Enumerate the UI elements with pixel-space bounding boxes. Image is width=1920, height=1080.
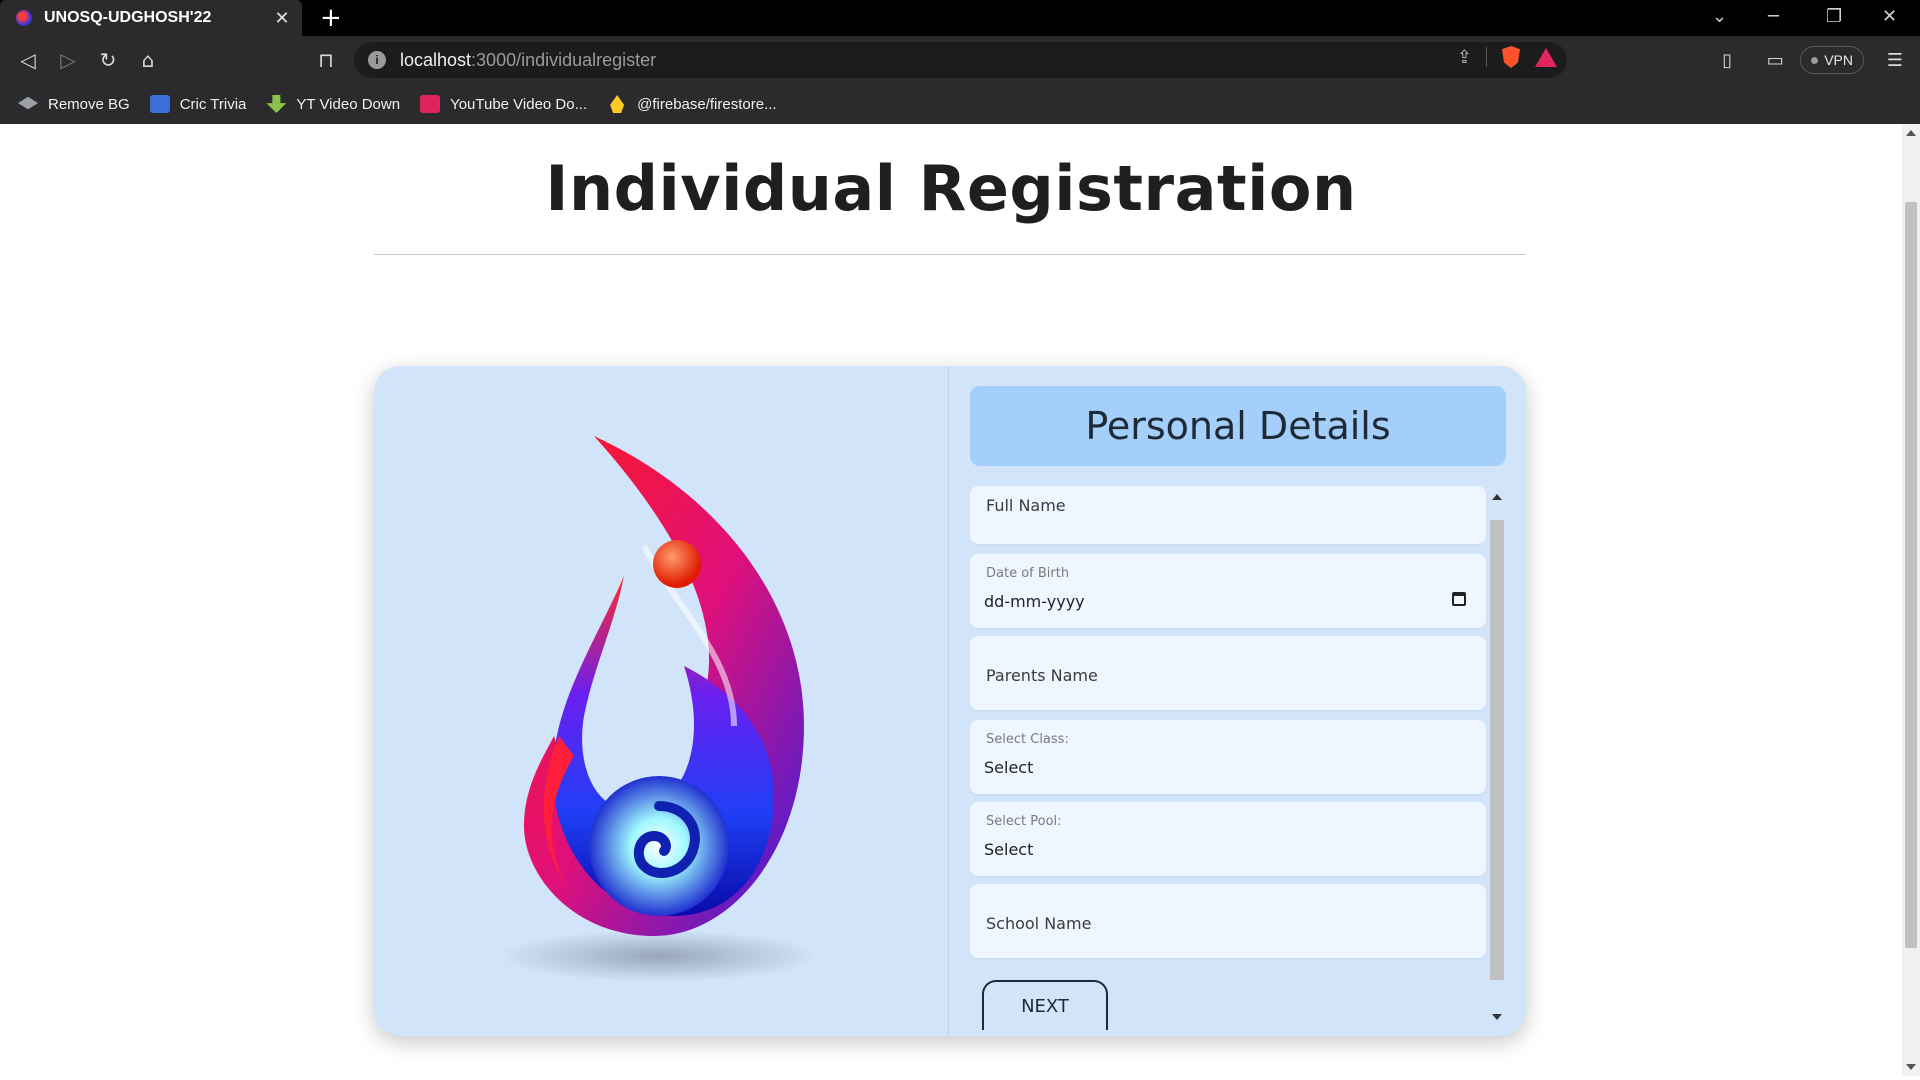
tab-bar: UNOSQ-UDGHOSH'22 ✕ + ⌄ ─ ❐ ✕ [0, 0, 1920, 36]
restore-icon[interactable]: ❐ [1826, 6, 1842, 27]
full-name-placeholder: Full Name [986, 496, 1066, 515]
vpn-button[interactable]: VPN [1800, 46, 1864, 74]
layers-icon [18, 96, 38, 110]
firebase-icon [610, 95, 625, 113]
bookmark-label: Cric Trivia [179, 95, 247, 113]
scroll-down-icon[interactable] [1492, 1014, 1502, 1020]
site-info-icon[interactable]: i [368, 51, 386, 69]
tab-title: UNOSQ-UDGHOSH'22 [44, 9, 212, 26]
page-scrollbar[interactable] [1902, 124, 1920, 1076]
page-scroll-up-icon[interactable] [1906, 130, 1916, 136]
home-icon[interactable]: ⌂ [134, 46, 162, 74]
next-button[interactable]: NEXT [982, 980, 1108, 1030]
cric-trivia-icon [149, 95, 170, 113]
bookmark-label: YT Video Down [296, 95, 401, 113]
section-header: Personal Details [970, 386, 1506, 466]
form-scrollbar[interactable] [1488, 486, 1504, 1030]
download-arrow-icon [266, 95, 287, 113]
card-divider [948, 366, 949, 1036]
bookmark-label: Remove BG [48, 95, 130, 113]
brave-rewards-icon[interactable] [1535, 47, 1557, 67]
date-of-birth-value: dd-mm-yyyy [984, 592, 1085, 611]
site-favicon-icon [16, 10, 32, 26]
vpn-status-icon [1811, 56, 1819, 64]
back-icon[interactable]: ◁ [14, 46, 42, 74]
title-divider [374, 254, 1526, 255]
new-tab-icon[interactable]: + [320, 4, 342, 32]
reload-icon[interactable]: ↻ [94, 46, 122, 74]
wallet-icon[interactable]: ▭ [1760, 50, 1790, 71]
select-pool-dropdown[interactable]: Select Pool: Select [970, 802, 1486, 876]
toolbar-right: ▯ ▭ VPN ☰ [1712, 36, 1920, 84]
address-bar[interactable]: i localhost:3000/individualregister ⇪ [354, 42, 1567, 78]
page-scroll-thumb[interactable] [1905, 202, 1917, 948]
bookmark-item[interactable]: YouTube Video Do... [420, 95, 587, 113]
school-name-placeholder: School Name [986, 914, 1092, 933]
registration-card: Personal Details Full Name Date of Birth… [374, 366, 1526, 1036]
select-class-dropdown[interactable]: Select Class: Select [970, 720, 1486, 794]
page-title: Individual Registration [545, 152, 1357, 225]
active-tab[interactable]: UNOSQ-UDGHOSH'22 ✕ [0, 0, 302, 36]
bookmark-item[interactable]: @firebase/firestore... [607, 95, 777, 113]
date-of-birth-label: Date of Birth [986, 566, 1070, 581]
parents-name-field[interactable]: Parents Name [970, 636, 1486, 710]
address-bar-actions: ⇪ [1457, 46, 1557, 68]
close-window-icon[interactable]: ✕ [1882, 6, 1897, 27]
minimize-icon[interactable]: ─ [1768, 6, 1779, 27]
form-scroll-area[interactable]: Full Name Date of Birth dd-mm-yyyy Paren… [970, 486, 1506, 1030]
bookmark-label: YouTube Video Do... [450, 95, 588, 113]
bookmark-item[interactable]: YT Video Down [266, 95, 400, 113]
select-class-value: Select [984, 758, 1034, 777]
brave-shields-icon[interactable] [1502, 46, 1520, 68]
vpn-label: VPN [1824, 52, 1853, 68]
tab-search-chevron-icon[interactable]: ⌄ [1712, 6, 1727, 27]
select-pool-label: Select Pool: [986, 814, 1062, 829]
scroll-up-icon[interactable] [1492, 494, 1502, 500]
page-content: Individual Registration Personal Details… [0, 124, 1902, 1076]
school-name-field[interactable]: School Name [970, 884, 1486, 958]
close-tab-icon[interactable]: ✕ [272, 8, 292, 29]
share-icon[interactable]: ⇪ [1457, 47, 1472, 68]
calendar-icon[interactable] [1452, 592, 1466, 606]
bookmark-item[interactable]: Remove BG [18, 95, 130, 113]
date-of-birth-field[interactable]: Date of Birth dd-mm-yyyy [970, 554, 1486, 628]
youtube-download-icon [420, 95, 441, 113]
menu-icon[interactable]: ☰ [1880, 50, 1910, 71]
flame-logo-icon [499, 436, 819, 982]
url-host: localhost [400, 49, 472, 70]
page-scroll-down-icon[interactable] [1906, 1064, 1916, 1070]
forward-icon[interactable]: ▷ [54, 46, 82, 74]
bookmark-label: @firebase/firestore... [637, 95, 777, 113]
full-name-field[interactable]: Full Name [970, 486, 1486, 544]
udghosh-flame-logo [484, 426, 844, 986]
parents-name-placeholder: Parents Name [986, 666, 1098, 685]
sidebar-icon[interactable]: ▯ [1712, 50, 1742, 71]
select-class-label: Select Class: [986, 732, 1069, 747]
bookmarks-bar: Remove BG Cric Trivia YT Video Down YouT… [0, 84, 1920, 124]
url-path: :3000/individualregister [471, 49, 657, 70]
browser-toolbar: ◁ ▷ ↻ ⌂ ⊓ i localhost:3000/individualreg… [0, 36, 1920, 84]
bookmark-item[interactable]: Cric Trivia [149, 95, 247, 113]
form-scroll-thumb[interactable] [1490, 520, 1504, 980]
divider [1486, 47, 1487, 67]
bookmark-icon[interactable]: ⊓ [312, 46, 340, 74]
select-pool-value: Select [984, 840, 1034, 859]
